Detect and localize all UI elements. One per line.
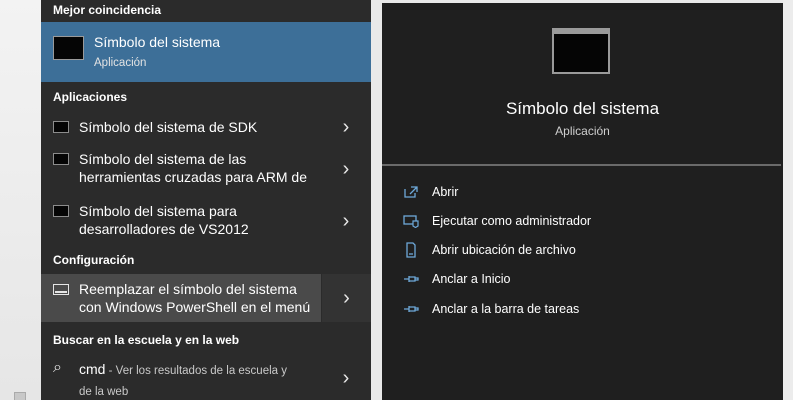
file-location-icon — [402, 242, 420, 258]
command-prompt-icon — [53, 121, 69, 133]
command-prompt-icon — [552, 28, 610, 74]
command-prompt-icon — [53, 36, 84, 60]
app-item-vs2012[interactable]: Símbolo del sistema para desarrolladores… — [41, 198, 371, 244]
chevron-right-icon[interactable]: › — [321, 274, 371, 322]
app-item-arm[interactable]: Símbolo del sistema de las herramientas … — [41, 146, 371, 192]
command-prompt-icon — [53, 153, 69, 165]
pin-icon — [402, 271, 420, 287]
best-match-subtitle: Aplicación — [94, 57, 147, 69]
desktop-background-right — [783, 0, 793, 400]
action-open[interactable]: Abrir — [402, 182, 762, 202]
section-header-best-match: Mejor coincidencia — [53, 3, 162, 17]
web-search-description: - Ver los resultados de la escuela y — [105, 365, 287, 377]
web-search-text-line2: de la web — [79, 381, 309, 400]
action-run-as-admin-label: Ejecutar como administrador — [432, 214, 592, 228]
action-open-label: Abrir — [432, 185, 459, 199]
action-pin-start-label: Anclar a Inicio — [432, 272, 511, 286]
chevron-right-icon[interactable]: › — [321, 356, 371, 400]
action-open-file-location[interactable]: Abrir ubicación de archivo — [402, 240, 762, 260]
open-icon — [402, 184, 420, 200]
section-header-web: Buscar en la escuela y en la web — [53, 333, 240, 347]
app-item-label-line1: Símbolo del sistema para — [79, 203, 237, 219]
web-search-item[interactable]: ⌕ cmd - Ver los resultados de la escuela… — [41, 356, 371, 400]
action-pin-taskbar[interactable]: Anclar a la barra de tareas — [402, 299, 762, 319]
chevron-right-icon[interactable]: › — [321, 146, 371, 192]
settings-item-label-line1: Reemplazar el símbolo del sistema — [79, 281, 297, 297]
action-pin-taskbar-label: Anclar a la barra de tareas — [432, 302, 580, 316]
chevron-right-icon[interactable]: › — [321, 112, 371, 142]
app-item-label-line1: Símbolo del sistema de las — [79, 151, 247, 167]
details-subtitle: Aplicación — [555, 124, 610, 138]
admin-shield-icon — [402, 213, 420, 229]
action-run-as-admin[interactable]: Ejecutar como administrador — [402, 211, 762, 231]
action-pin-start[interactable]: Anclar a Inicio — [402, 269, 762, 289]
section-header-settings: Configuración — [53, 253, 135, 267]
settings-item-powershell[interactable]: Reemplazar el símbolo del sistema con Wi… — [41, 274, 371, 322]
best-match-title: Símbolo del sistema — [94, 34, 221, 50]
web-search-text: cmd - Ver los resultados de la escuela y — [79, 360, 309, 381]
app-item-label-line2: desarrolladores de VS2012 — [79, 221, 249, 237]
app-item-label-line2: herramientas cruzadas para ARM de — [79, 169, 307, 185]
pin-icon — [402, 301, 420, 317]
web-search-query: cmd — [79, 361, 106, 377]
search-results-pane: Mejor coincidencia Símbolo del sistema A… — [41, 0, 371, 400]
app-item-label: Símbolo del sistema de SDK — [79, 119, 258, 135]
search-icon: ⌕ — [53, 359, 62, 376]
action-open-file-location-label: Abrir ubicación de archivo — [432, 243, 576, 257]
web-search-description-line2: de la web — [79, 386, 129, 398]
details-title: Símbolo del sistema — [505, 99, 660, 118]
best-match-item[interactable]: Símbolo del sistema Aplicación — [41, 22, 371, 82]
app-item-sdk[interactable]: Símbolo del sistema de SDK › — [41, 112, 371, 142]
desktop-background — [0, 0, 41, 400]
settings-toggle-icon — [53, 284, 69, 295]
details-pane: Símbolo del sistema Aplicación Abrir Eje… — [382, 3, 783, 400]
details-divider — [382, 164, 781, 166]
chevron-right-icon[interactable]: › — [321, 198, 371, 244]
command-prompt-icon — [53, 205, 69, 217]
settings-item-label-line2: con Windows PowerShell en el menú — [79, 299, 311, 315]
desktop-file-icon — [14, 392, 26, 400]
section-header-apps: Aplicaciones — [53, 90, 128, 104]
